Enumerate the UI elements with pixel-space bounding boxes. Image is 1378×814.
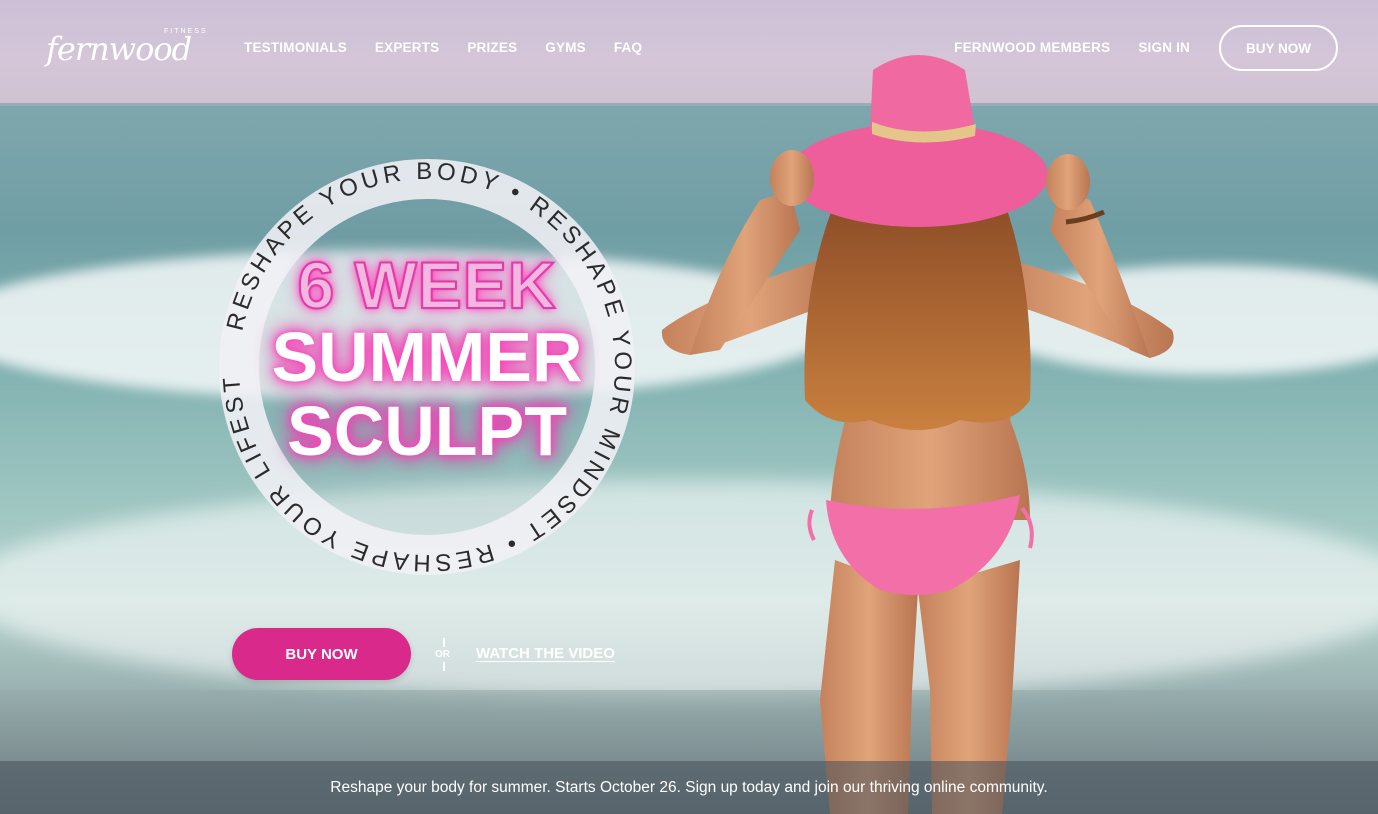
or-line-bottom bbox=[443, 662, 445, 671]
logo-wordmark: fernwood bbox=[46, 30, 192, 68]
or-text: OR bbox=[435, 649, 450, 660]
headline-sculpt: SCULPT bbox=[287, 392, 567, 470]
headline-6-week: 6 WEEK bbox=[296, 248, 557, 322]
account-nav: FERNWOOD MEMBERS SIGN IN bbox=[954, 40, 1190, 55]
info-bar: Reshape your body for summer. Starts Oct… bbox=[0, 761, 1378, 814]
nav-faq[interactable]: FAQ bbox=[614, 40, 642, 55]
nav-experts[interactable]: EXPERTS bbox=[375, 40, 439, 55]
or-line-top bbox=[443, 638, 445, 647]
header-buy-now-button[interactable]: BUY NOW bbox=[1219, 25, 1338, 71]
logo-tagline: FITNESS bbox=[164, 28, 208, 35]
nav-gyms[interactable]: GYMS bbox=[545, 40, 586, 55]
nav-prizes[interactable]: PRIZES bbox=[467, 40, 517, 55]
fernwood-logo[interactable]: fernwood FITNESS bbox=[46, 28, 206, 68]
hero-buy-now-button[interactable]: BUY NOW bbox=[232, 628, 411, 680]
info-bar-text: Reshape your body for summer. Starts Oct… bbox=[330, 778, 1048, 796]
badge-headline: 6 WEEK SUMMER SCULPT bbox=[206, 248, 648, 470]
nav-sign-in[interactable]: SIGN IN bbox=[1138, 40, 1190, 55]
watch-video-link[interactable]: WATCH THE VIDEO bbox=[476, 645, 615, 662]
or-divider: OR bbox=[434, 638, 454, 671]
nav-testimonials[interactable]: TESTIMONIALS bbox=[244, 40, 347, 55]
main-nav: TESTIMONIALS EXPERTS PRIZES GYMS FAQ bbox=[244, 40, 642, 55]
headline-summer: SUMMER bbox=[271, 318, 583, 396]
nav-fernwood-members[interactable]: FERNWOOD MEMBERS bbox=[954, 40, 1110, 55]
site-header: fernwood FITNESS TESTIMONIALS EXPERTS PR… bbox=[0, 0, 1378, 96]
